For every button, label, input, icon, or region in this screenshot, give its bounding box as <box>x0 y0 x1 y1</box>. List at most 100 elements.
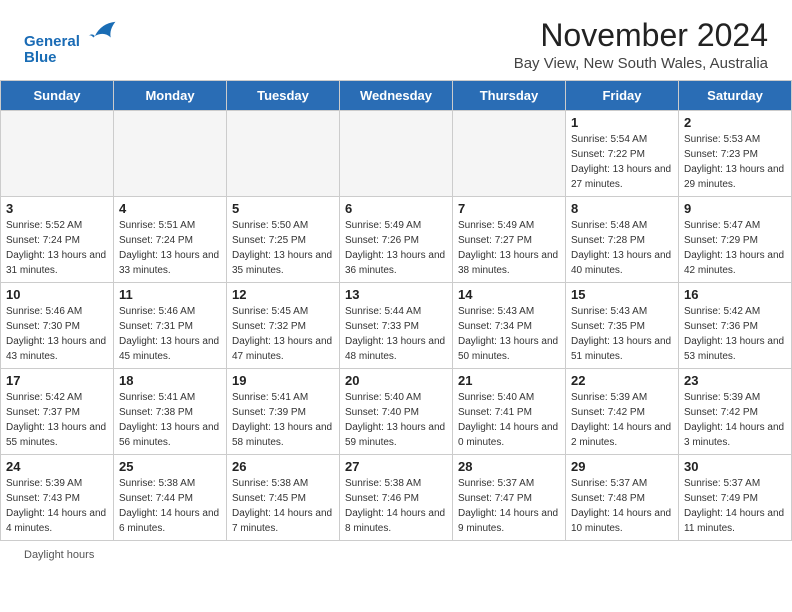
calendar-week-3: 17Sunrise: 5:42 AM Sunset: 7:37 PM Dayli… <box>1 369 792 455</box>
day-number: 4 <box>119 201 221 216</box>
calendar-cell: 23 Sunrise: 5:39 AM Sunset: 7:42 PM Dayli… <box>679 369 792 455</box>
calendar-header-row: SundayMondayTuesdayWednesdayThursdayFrid… <box>1 81 792 111</box>
calendar-cell: 7 Sunrise: 5:49 AM Sunset: 7:27 PM Daylig… <box>453 197 566 283</box>
day-info: Sunrise: 5:52 AM Sunset: 7:24 PM Dayligh… <box>6 218 108 278</box>
calendar-cell <box>114 111 227 197</box>
calendar-cell: 19Sunrise: 5:41 AM Sunset: 7:39 PM Dayli… <box>227 369 340 455</box>
day-info: Sunrise: 5:48 AM Sunset: 7:28 PM Dayligh… <box>571 218 673 278</box>
day-info: Sunrise: 5:39 AM Sunset: 7:42 PM Dayligh… <box>571 390 673 450</box>
calendar-cell <box>227 111 340 197</box>
day-info: Sunrise: 5:54 AM Sunset: 7:22 PM Dayligh… <box>571 132 673 192</box>
day-number: 3 <box>6 201 108 216</box>
day-number: 15 <box>571 287 673 302</box>
calendar-cell: 14 Sunrise: 5:43 AM Sunset: 7:34 PM Dayli… <box>453 283 566 369</box>
calendar-cell <box>453 111 566 197</box>
calendar-dow-thursday: Thursday <box>453 81 566 111</box>
day-number: 16 <box>684 287 786 302</box>
calendar-dow-saturday: Saturday <box>679 81 792 111</box>
logo-text: General <box>24 18 117 51</box>
day-info: Sunrise: 5:46 AM Sunset: 7:30 PM Dayligh… <box>6 304 108 364</box>
calendar-cell: 17Sunrise: 5:42 AM Sunset: 7:37 PM Dayli… <box>1 369 114 455</box>
day-number: 18 <box>119 373 221 388</box>
calendar-cell: 29Sunrise: 5:37 AM Sunset: 7:48 PM Dayli… <box>566 455 679 541</box>
page-header: General Blue November 2024 Bay View, New… <box>0 0 792 80</box>
day-number: 9 <box>684 201 786 216</box>
calendar-week-0: 1 Sunrise: 5:54 AM Sunset: 7:22 PM Daylig… <box>1 111 792 197</box>
day-info: Sunrise: 5:39 AM Sunset: 7:42 PM Dayligh… <box>684 390 786 450</box>
day-number: 12 <box>232 287 334 302</box>
day-number: 14 <box>458 287 560 302</box>
day-info: Sunrise: 5:43 AM Sunset: 7:35 PM Dayligh… <box>571 304 673 364</box>
title-block: November 2024 Bay View, New South Wales,… <box>514 18 768 72</box>
day-number: 25 <box>119 459 221 474</box>
calendar-dow-sunday: Sunday <box>1 81 114 111</box>
day-number: 1 <box>571 115 673 130</box>
day-info: Sunrise: 5:41 AM Sunset: 7:38 PM Dayligh… <box>119 390 221 450</box>
calendar-cell: 21 Sunrise: 5:40 AM Sunset: 7:41 PM Dayli… <box>453 369 566 455</box>
day-info: Sunrise: 5:53 AM Sunset: 7:23 PM Dayligh… <box>684 132 786 192</box>
calendar-cell: 22 Sunrise: 5:39 AM Sunset: 7:42 PM Dayli… <box>566 369 679 455</box>
day-number: 27 <box>345 459 447 474</box>
day-number: 17 <box>6 373 108 388</box>
calendar-dow-tuesday: Tuesday <box>227 81 340 111</box>
calendar-cell: 5Sunrise: 5:50 AM Sunset: 7:25 PM Daylig… <box>227 197 340 283</box>
day-number: 30 <box>684 459 786 474</box>
calendar-cell: 13 Sunrise: 5:44 AM Sunset: 7:33 PM Dayli… <box>340 283 453 369</box>
logo-bird-icon <box>87 18 117 46</box>
day-info: Sunrise: 5:38 AM Sunset: 7:46 PM Dayligh… <box>345 476 447 536</box>
day-number: 7 <box>458 201 560 216</box>
daylight-label: Daylight hours <box>24 549 94 561</box>
day-number: 2 <box>684 115 786 130</box>
day-info: Sunrise: 5:38 AM Sunset: 7:45 PM Dayligh… <box>232 476 334 536</box>
calendar-dow-friday: Friday <box>566 81 679 111</box>
day-info: Sunrise: 5:42 AM Sunset: 7:36 PM Dayligh… <box>684 304 786 364</box>
calendar-cell: 25Sunrise: 5:38 AM Sunset: 7:44 PM Dayli… <box>114 455 227 541</box>
day-number: 5 <box>232 201 334 216</box>
calendar-cell: 26 Sunrise: 5:38 AM Sunset: 7:45 PM Dayli… <box>227 455 340 541</box>
day-number: 13 <box>345 287 447 302</box>
calendar-cell: 3 Sunrise: 5:52 AM Sunset: 7:24 PM Daylig… <box>1 197 114 283</box>
day-number: 8 <box>571 201 673 216</box>
main-title: November 2024 <box>514 18 768 53</box>
logo: General Blue <box>24 18 117 66</box>
calendar-cell: 6Sunrise: 5:49 AM Sunset: 7:26 PM Daylig… <box>340 197 453 283</box>
calendar-week-2: 10 Sunrise: 5:46 AM Sunset: 7:30 PM Dayli… <box>1 283 792 369</box>
day-info: Sunrise: 5:46 AM Sunset: 7:31 PM Dayligh… <box>119 304 221 364</box>
day-number: 21 <box>458 373 560 388</box>
calendar-cell: 9Sunrise: 5:47 AM Sunset: 7:29 PM Daylig… <box>679 197 792 283</box>
logo-line1: General <box>24 33 80 50</box>
calendar-week-1: 3 Sunrise: 5:52 AM Sunset: 7:24 PM Daylig… <box>1 197 792 283</box>
day-number: 22 <box>571 373 673 388</box>
day-info: Sunrise: 5:40 AM Sunset: 7:40 PM Dayligh… <box>345 390 447 450</box>
day-number: 28 <box>458 459 560 474</box>
logo-blue-line: Blue <box>24 49 57 66</box>
calendar-cell: 15 Sunrise: 5:43 AM Sunset: 7:35 PM Dayli… <box>566 283 679 369</box>
day-info: Sunrise: 5:37 AM Sunset: 7:48 PM Dayligh… <box>571 476 673 536</box>
calendar-cell: 18 Sunrise: 5:41 AM Sunset: 7:38 PM Dayli… <box>114 369 227 455</box>
day-number: 23 <box>684 373 786 388</box>
day-info: Sunrise: 5:39 AM Sunset: 7:43 PM Dayligh… <box>6 476 108 536</box>
calendar-cell: 28Sunrise: 5:37 AM Sunset: 7:47 PM Dayli… <box>453 455 566 541</box>
day-number: 10 <box>6 287 108 302</box>
calendar-cell: 12 Sunrise: 5:45 AM Sunset: 7:32 PM Dayli… <box>227 283 340 369</box>
calendar-cell: 4 Sunrise: 5:51 AM Sunset: 7:24 PM Daylig… <box>114 197 227 283</box>
day-number: 6 <box>345 201 447 216</box>
calendar-cell: 16 Sunrise: 5:42 AM Sunset: 7:36 PM Dayli… <box>679 283 792 369</box>
day-number: 26 <box>232 459 334 474</box>
day-number: 24 <box>6 459 108 474</box>
calendar-dow-monday: Monday <box>114 81 227 111</box>
day-info: Sunrise: 5:45 AM Sunset: 7:32 PM Dayligh… <box>232 304 334 364</box>
day-info: Sunrise: 5:40 AM Sunset: 7:41 PM Dayligh… <box>458 390 560 450</box>
day-info: Sunrise: 5:49 AM Sunset: 7:27 PM Dayligh… <box>458 218 560 278</box>
footer: Daylight hours <box>0 541 792 565</box>
day-info: Sunrise: 5:51 AM Sunset: 7:24 PM Dayligh… <box>119 218 221 278</box>
calendar-cell: 20Sunrise: 5:40 AM Sunset: 7:40 PM Dayli… <box>340 369 453 455</box>
day-info: Sunrise: 5:43 AM Sunset: 7:34 PM Dayligh… <box>458 304 560 364</box>
calendar-cell: 11Sunrise: 5:46 AM Sunset: 7:31 PM Dayli… <box>114 283 227 369</box>
day-info: Sunrise: 5:37 AM Sunset: 7:49 PM Dayligh… <box>684 476 786 536</box>
day-info: Sunrise: 5:44 AM Sunset: 7:33 PM Dayligh… <box>345 304 447 364</box>
calendar-cell: 30 Sunrise: 5:37 AM Sunset: 7:49 PM Dayli… <box>679 455 792 541</box>
calendar-dow-wednesday: Wednesday <box>340 81 453 111</box>
calendar-cell: 24 Sunrise: 5:39 AM Sunset: 7:43 PM Dayli… <box>1 455 114 541</box>
day-number: 19 <box>232 373 334 388</box>
